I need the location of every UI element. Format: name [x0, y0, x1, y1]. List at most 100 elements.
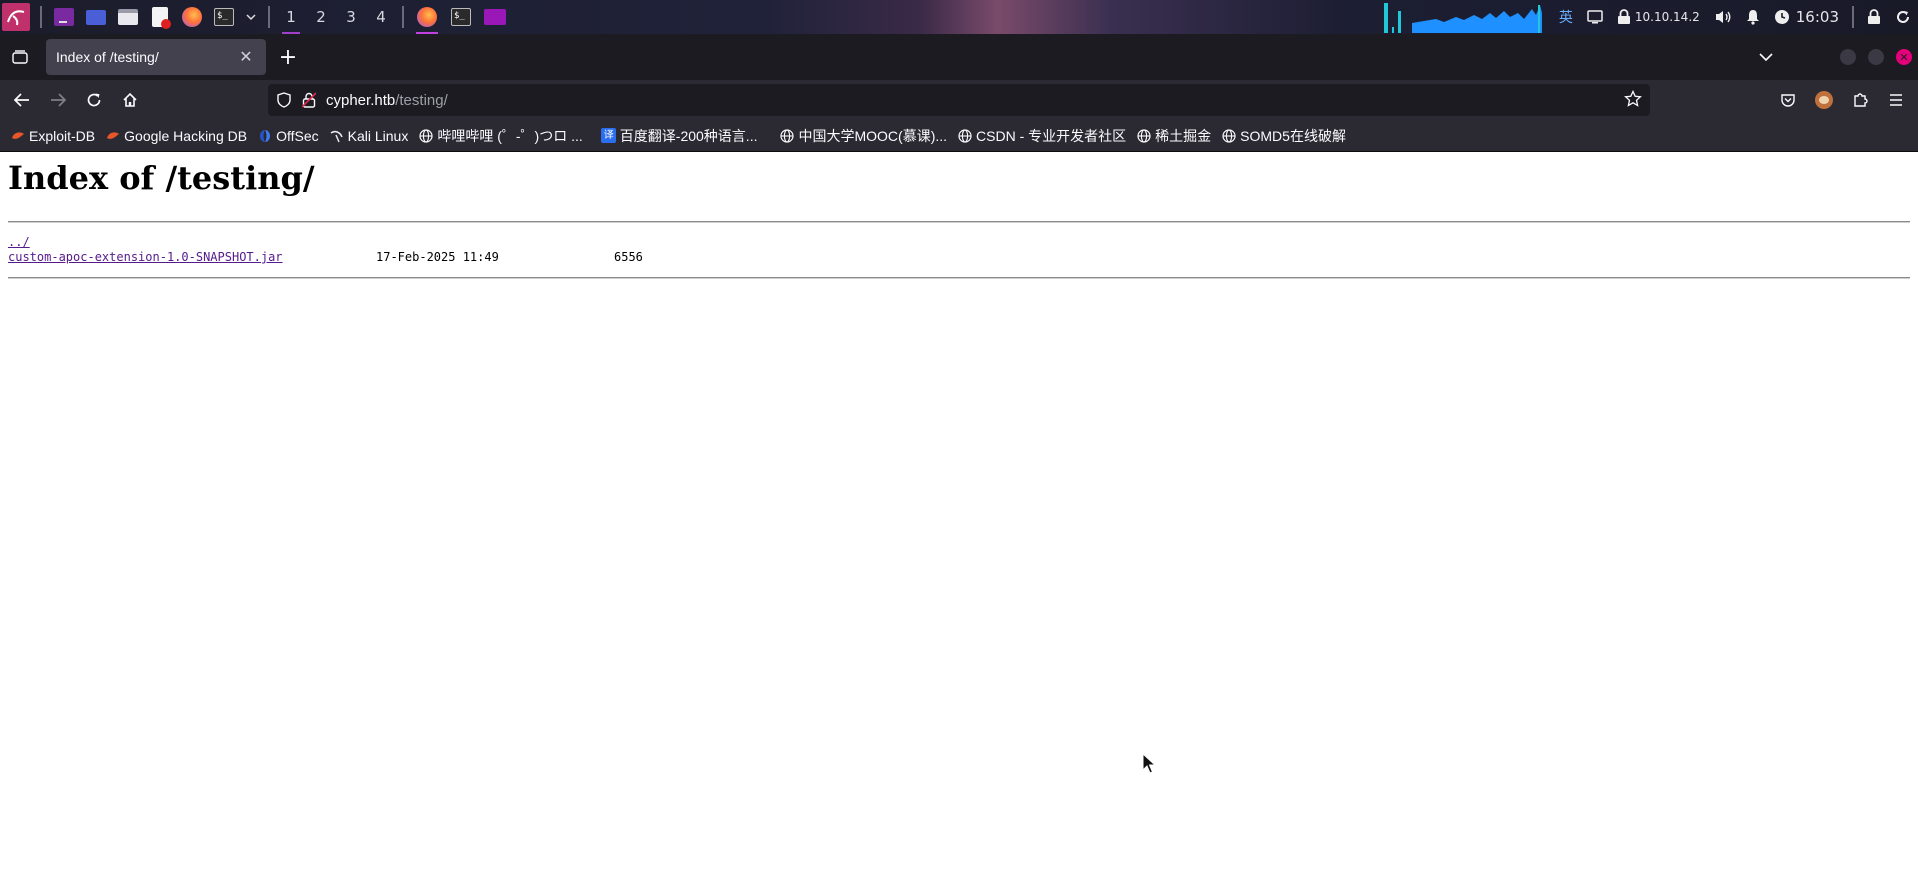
folder-icon	[484, 9, 506, 25]
taskbar-left: $_ 1 2 3 4 $_	[0, 0, 512, 34]
reload-icon	[87, 93, 101, 107]
bookmark-label: Kali Linux	[347, 127, 409, 144]
globe-icon	[1136, 128, 1152, 144]
parent-directory-link[interactable]: ../	[8, 235, 30, 250]
navigation-toolbar: cypher.htb/testing/	[0, 80, 1918, 120]
taskbar-separator	[402, 6, 404, 28]
forward-button[interactable]	[40, 82, 76, 118]
globe-icon	[1221, 128, 1237, 144]
bookmark-csdn[interactable]: CSDN - 专业开发者社区	[957, 126, 1126, 146]
globe-icon	[779, 128, 795, 144]
tab-active[interactable]: Index of /testing/ ✕	[46, 39, 266, 75]
ghdb-icon	[105, 128, 121, 144]
taskbar-separator	[40, 6, 42, 28]
hamburger-menu-icon	[1890, 94, 1902, 106]
app-menu-button[interactable]	[1878, 82, 1914, 118]
vpn-status[interactable]: 10.10.14.2	[1610, 0, 1707, 34]
tab-overview-icon	[12, 50, 28, 64]
extension-monkey-button[interactable]	[1806, 82, 1842, 118]
terminal-icon: $_	[451, 8, 471, 26]
bookmark-label: 哔哩哔哩 (゜-゜)つロ ...	[437, 127, 583, 144]
address-bar[interactable]: cypher.htb/testing/	[268, 84, 1650, 116]
insecure-lock-icon[interactable]	[302, 92, 316, 108]
clock[interactable]: 16:03	[1767, 0, 1846, 34]
list-item-parent: ../	[8, 235, 283, 250]
mouse-cursor-icon	[1142, 752, 1157, 779]
monkey-extension-icon	[1815, 91, 1833, 109]
home-icon	[123, 92, 137, 107]
system-tray: 英 10.10.14.2 16:03	[1383, 0, 1918, 34]
top-divider	[8, 221, 1910, 223]
bookmark-juejin[interactable]: 稀土掘金	[1136, 126, 1211, 146]
bookmark-exploit-db[interactable]: Exploit-DB	[10, 128, 95, 144]
list-item: custom-apoc-extension-1.0-SNAPSHOT.jar 1…	[8, 250, 643, 265]
arrow-left-icon	[14, 93, 29, 107]
taskbar-folder-window[interactable]	[478, 0, 512, 34]
file-link[interactable]: custom-apoc-extension-1.0-SNAPSHOT.jar	[8, 250, 283, 265]
arrow-right-icon	[51, 93, 66, 107]
page-content: Index of /testing/ ../ custom-apoc-exten…	[0, 153, 1918, 878]
taskbar-firefox-window[interactable]	[410, 0, 444, 34]
file-date: 17-Feb-2025 11:49	[376, 250, 499, 264]
window-controls: ✕	[1748, 34, 1918, 80]
volume-icon[interactable]	[1707, 0, 1739, 34]
toolbar-right-actions	[1770, 80, 1918, 120]
chevron-down-icon[interactable]	[244, 5, 258, 29]
tab-close-icon[interactable]: ✕	[236, 47, 256, 67]
url-path: /testing/	[395, 91, 448, 109]
firefox-icon[interactable]	[180, 5, 204, 29]
vpn-ip-address: 10.10.14.2	[1634, 10, 1700, 24]
close-window-button[interactable]: ✕	[1896, 49, 1912, 65]
bookmark-bilibili[interactable]: 哔哩哔哩 (゜-゜)つロ ...	[418, 126, 583, 146]
bookmark-somd5[interactable]: SOMD5在线破解	[1221, 126, 1346, 146]
puzzle-piece-icon	[1854, 93, 1868, 107]
workspace-2[interactable]: 2	[306, 0, 336, 34]
workspace-4[interactable]: 4	[366, 0, 396, 34]
bookmark-baidu-translate[interactable]: 译 百度翻译-200种语言...	[601, 126, 757, 146]
firefox-icon	[417, 7, 437, 27]
bookmark-label: Exploit-DB	[29, 127, 96, 144]
bookmark-label: 中国大学MOOC(慕课)...	[798, 127, 948, 144]
maximize-window-button[interactable]	[1868, 49, 1884, 65]
bookmarks-toolbar: Exploit-DB Google Hacking DB OffSec Kali…	[0, 120, 1918, 152]
back-button[interactable]	[4, 82, 40, 118]
bookmark-offsec[interactable]: OffSec	[257, 128, 319, 144]
workspace-1[interactable]: 1	[276, 0, 306, 34]
directory-listing: ../ custom-apoc-extension-1.0-SNAPSHOT.j…	[8, 235, 643, 265]
offsec-icon	[257, 128, 273, 144]
notifications-bell-icon[interactable]	[1739, 0, 1767, 34]
bookmark-google-hacking-db[interactable]: Google Hacking DB	[105, 128, 247, 144]
baidu-translate-icon: 译	[601, 128, 617, 144]
clock-time: 16:03	[1795, 8, 1839, 26]
text-editor-icon[interactable]	[148, 5, 172, 29]
home-button[interactable]	[112, 82, 148, 118]
file-manager-icon[interactable]	[116, 5, 140, 29]
lock-screen-icon[interactable]	[1860, 0, 1888, 34]
system-taskbar: $_ 1 2 3 4 $_ 英 10.10.14.2 16:03	[0, 0, 1918, 34]
list-all-tabs-button[interactable]	[1748, 39, 1784, 75]
extensions-button[interactable]	[1842, 82, 1878, 118]
bookmark-label: 稀土掘金	[1155, 127, 1212, 144]
new-tab-button[interactable]: +	[270, 39, 306, 75]
terminal-purple-icon[interactable]	[52, 5, 76, 29]
bookmark-mooc[interactable]: 中国大学MOOC(慕课)...	[779, 126, 947, 146]
pocket-button[interactable]	[1770, 82, 1806, 118]
tab-overview-button[interactable]	[0, 34, 40, 80]
kali-menu-icon[interactable]	[2, 3, 30, 31]
tracking-protection-shield-icon[interactable]	[276, 92, 292, 108]
workspace-3[interactable]: 3	[336, 0, 366, 34]
file-size: 6556	[614, 250, 643, 264]
bookmark-star-icon[interactable]	[1624, 89, 1642, 112]
bookmark-kali-linux[interactable]: Kali Linux	[329, 127, 409, 144]
screen-settings-icon[interactable]	[84, 5, 108, 29]
power-refresh-icon[interactable]	[1888, 0, 1918, 34]
bookmark-label: OffSec	[276, 127, 319, 144]
chevron-down-icon	[1759, 53, 1773, 62]
taskbar-terminal-window[interactable]: $_	[444, 0, 478, 34]
reload-button[interactable]	[76, 82, 112, 118]
page-title: Index of /testing/	[8, 159, 315, 197]
display-icon[interactable]	[1580, 0, 1610, 34]
input-method-indicator[interactable]: 英	[1552, 0, 1580, 34]
minimize-window-button[interactable]	[1840, 49, 1856, 65]
terminal-icon[interactable]: $_	[212, 5, 236, 29]
